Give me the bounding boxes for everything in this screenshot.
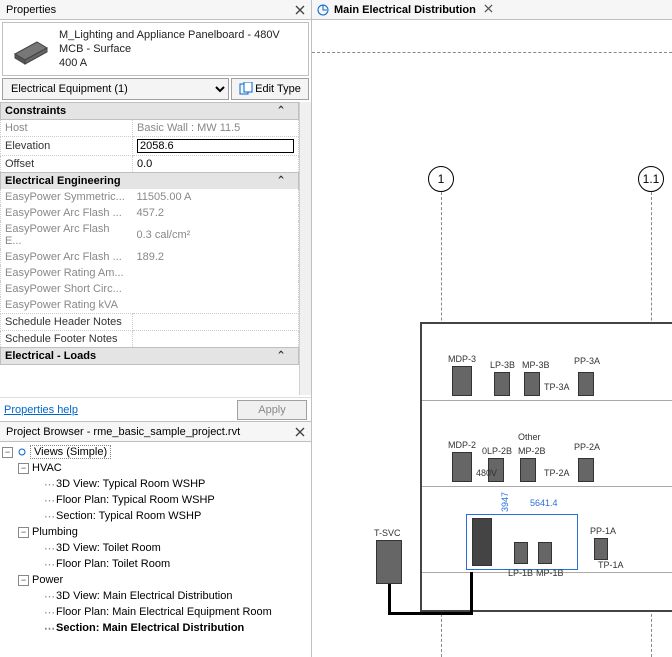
section-view-icon	[316, 3, 330, 17]
panel-mdp2[interactable]	[452, 452, 472, 482]
project-browser-tree: − Views (Simple) −HVAC ⋯3D View: Typical…	[0, 442, 311, 657]
panel-mdp3[interactable]	[452, 366, 472, 396]
scrollbar[interactable]	[299, 102, 311, 395]
prop-sched-footer-notes[interactable]: Schedule Footer Notes	[1, 331, 299, 348]
view-tab-label[interactable]: Main Electrical Distribution	[334, 4, 476, 16]
collapse-icon[interactable]: −	[2, 447, 13, 458]
tree-leaf[interactable]: ⋯3D View: Toilet Room	[0, 540, 311, 556]
close-icon[interactable]	[293, 3, 307, 17]
type-text: M_Lighting and Appliance Panelboard - 48…	[59, 28, 304, 70]
properties-grid: Constraints^ Host Basic Wall : MW 11.5 E…	[0, 102, 311, 422]
prop-offset[interactable]: Offset 0.0	[1, 156, 299, 173]
type-size: 400 A	[59, 56, 304, 70]
prop-host: Host Basic Wall : MW 11.5	[1, 120, 299, 137]
prop-ep-row: EasyPower Rating Am...	[1, 265, 299, 281]
panel-pp2a[interactable]	[578, 458, 594, 482]
prop-ep-row: EasyPower Arc Flash E...0.3 cal/cm²	[1, 221, 299, 249]
category-dropdown[interactable]: Electrical Equipment (1)	[2, 78, 229, 100]
panel-mp1b[interactable]	[538, 542, 552, 564]
edit-type-button[interactable]: Edit Type	[231, 78, 309, 100]
tree-leaf[interactable]: ⋯Floor Plan: Toilet Room	[0, 556, 311, 572]
grid-bubble-1-1[interactable]: 1.1	[638, 166, 664, 192]
properties-help-link[interactable]: Properties help	[4, 404, 78, 416]
group-electrical-engineering[interactable]: Electrical Engineering^	[1, 173, 299, 190]
properties-header: Properties	[0, 0, 311, 20]
chevron-up-icon: ^	[276, 175, 286, 186]
tree-leaf-active[interactable]: ⋯Section: Main Electrical Distribution	[0, 620, 311, 636]
collapse-icon[interactable]: −	[18, 527, 29, 538]
transformer-tsvc[interactable]	[376, 540, 402, 584]
close-icon[interactable]	[293, 425, 307, 439]
type-selector[interactable]: M_Lighting and Appliance Panelboard - 48…	[2, 22, 309, 76]
prop-ep-row: EasyPower Symmetric...11505.00 A	[1, 189, 299, 205]
prop-ep-row: EasyPower Rating kVA	[1, 297, 299, 314]
tree-icon	[16, 446, 28, 458]
prop-ep-row: EasyPower Short Circ...	[1, 281, 299, 297]
collapse-icon[interactable]: −	[18, 575, 29, 586]
chevron-up-icon: ^	[276, 350, 286, 361]
chevron-up-icon: ^	[276, 105, 286, 116]
tree-views-root[interactable]: − Views (Simple)	[0, 444, 311, 460]
panel-lp1b[interactable]	[514, 542, 528, 564]
apply-button[interactable]: Apply	[237, 400, 307, 420]
panel-lp3b[interactable]	[494, 372, 510, 396]
panel-mp3b[interactable]	[524, 372, 540, 396]
properties-title: Properties	[6, 4, 56, 16]
prop-elevation[interactable]: Elevation 2058.6	[1, 137, 299, 156]
tree-plumbing[interactable]: −Plumbing	[0, 524, 311, 540]
panel-main[interactable]	[472, 518, 492, 566]
tree-hvac[interactable]: −HVAC	[0, 460, 311, 476]
type-thumbnail	[7, 30, 53, 68]
tree-leaf[interactable]: ⋯3D View: Typical Room WSHP	[0, 476, 311, 492]
prop-ep-row: EasyPower Arc Flash ...189.2	[1, 249, 299, 265]
grid-bubble-1[interactable]: 1	[428, 166, 454, 192]
type-family: M_Lighting and Appliance Panelboard - 48…	[59, 28, 304, 56]
project-browser-header: Project Browser - rme_basic_sample_proje…	[0, 422, 311, 442]
prop-ep-row: EasyPower Arc Flash ...457.2	[1, 205, 299, 221]
tree-power[interactable]: −Power	[0, 572, 311, 588]
drawing-canvas[interactable]: 1 1.1 MDP-3 LP-3B MP-3B PP-3A TP-3A MDP-…	[312, 20, 672, 657]
group-constraints[interactable]: Constraints^	[1, 103, 299, 120]
collapse-icon[interactable]: −	[18, 463, 29, 474]
panel-pp1a[interactable]	[594, 538, 608, 560]
panel-mp2b[interactable]	[520, 458, 536, 482]
panel-pp3a[interactable]	[578, 372, 594, 396]
tab-close-icon[interactable]	[484, 4, 493, 16]
tree-leaf[interactable]: ⋯Section: Typical Room WSHP	[0, 508, 311, 524]
prop-sched-header-notes[interactable]: Schedule Header Notes	[1, 314, 299, 331]
group-electrical-loads[interactable]: Electrical - Loads^	[1, 348, 299, 365]
edit-type-icon	[239, 82, 253, 96]
tree-leaf[interactable]: ⋯Floor Plan: Main Electrical Equipment R…	[0, 604, 311, 620]
project-browser-title: Project Browser - rme_basic_sample_proje…	[6, 426, 240, 438]
view-tab-bar: Main Electrical Distribution	[312, 0, 672, 20]
tree-leaf[interactable]: ⋯3D View: Main Electrical Distribution	[0, 588, 311, 604]
tree-leaf[interactable]: ⋯Floor Plan: Typical Room WSHP	[0, 492, 311, 508]
